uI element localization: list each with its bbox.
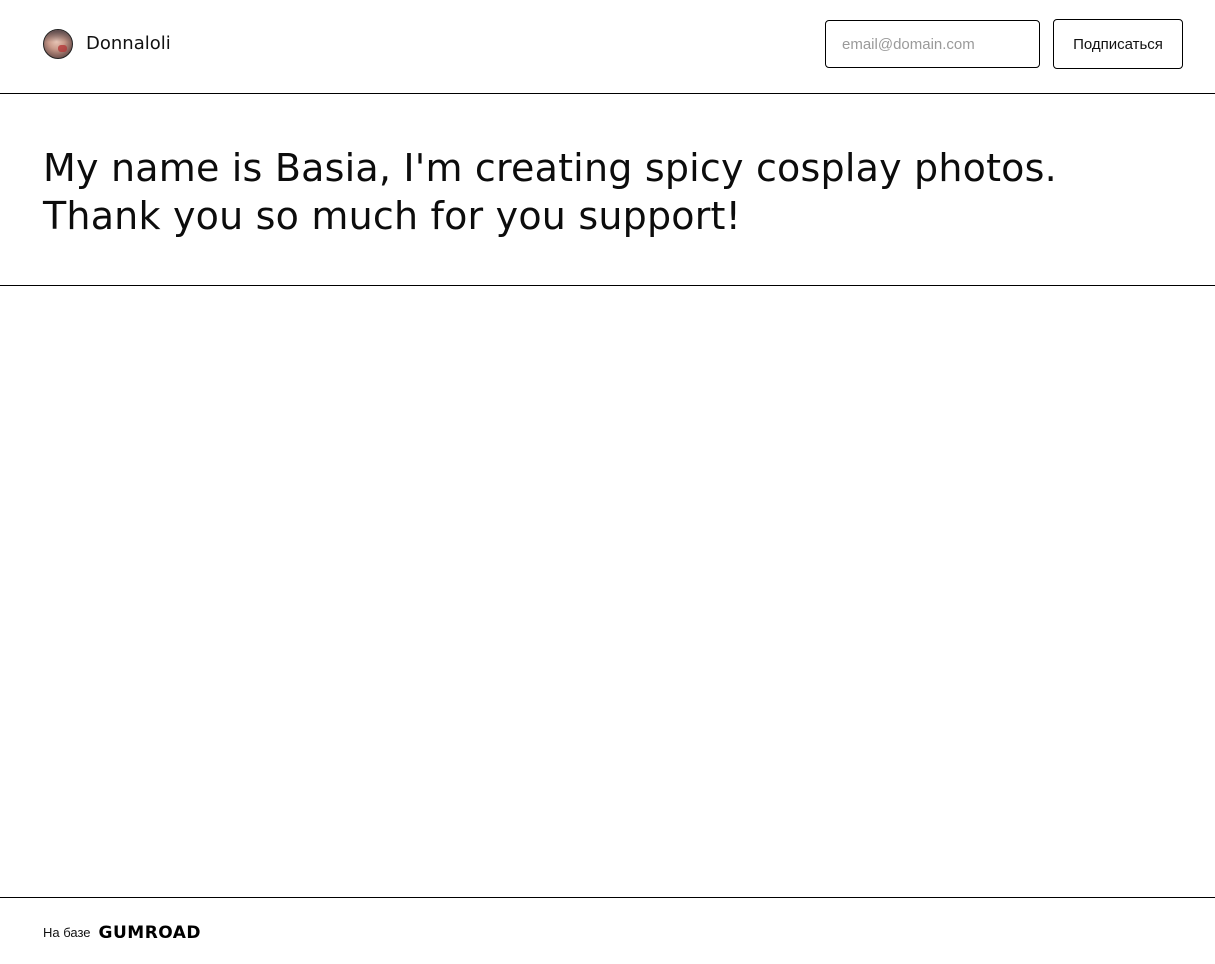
- intro-text: My name is Basia, I'm creating spicy cos…: [43, 146, 1057, 238]
- powered-by-link[interactable]: На базе GUMROAD: [43, 923, 201, 943]
- gumroad-logo: GUMROAD: [98, 923, 202, 943]
- email-input[interactable]: [825, 20, 1040, 68]
- profile-name: Donnaloli: [86, 33, 171, 54]
- subscribe-button[interactable]: Подписаться: [1053, 19, 1183, 69]
- avatar: [43, 29, 73, 59]
- avatar-hair-shade: [44, 30, 72, 42]
- content-area: [0, 286, 1215, 897]
- profile-link[interactable]: Donnaloli: [43, 29, 171, 59]
- subscribe-form: Подписаться: [825, 19, 1183, 69]
- site-footer: На базе GUMROAD: [0, 897, 1215, 964]
- intro-section: My name is Basia, I'm creating spicy cos…: [0, 94, 1215, 286]
- site-header: Donnaloli Подписаться: [0, 0, 1215, 94]
- powered-by-label: На базе: [43, 925, 91, 940]
- avatar-accent: [58, 45, 67, 52]
